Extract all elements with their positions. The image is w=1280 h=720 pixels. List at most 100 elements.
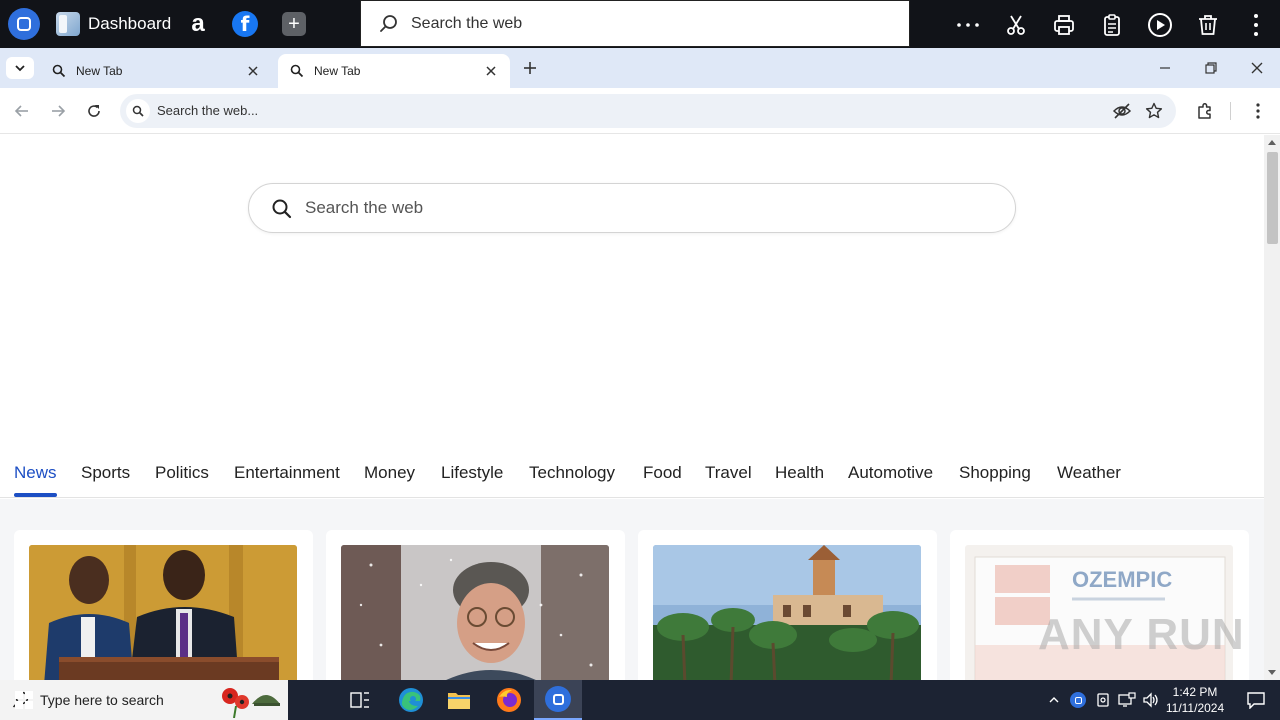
category-politics[interactable]: Politics (155, 463, 209, 483)
more-dots-icon[interactable] (955, 12, 981, 38)
category-technology[interactable]: Technology (529, 463, 615, 483)
tab-new-tab-2[interactable]: New Tab (278, 54, 510, 88)
tab-search-icon (52, 64, 66, 78)
restore-button[interactable] (1201, 58, 1221, 78)
press-conference-photo[interactable] (29, 545, 297, 680)
notifications-icon[interactable] (1232, 680, 1280, 720)
back-button[interactable] (11, 100, 33, 122)
new-tab-page: Search the web News Sports Politics Ente… (0, 135, 1264, 680)
trash-icon[interactable] (1195, 12, 1221, 38)
taskbar-search-placeholder: Type here to search (40, 692, 164, 708)
category-news[interactable]: News (14, 463, 57, 483)
toolbar-divider (1230, 102, 1231, 120)
windows-taskbar: Type here to search 1:42 PM 11/11/2024 (0, 680, 1280, 720)
tab-title: New Tab (314, 64, 361, 78)
extensions-puzzle-icon[interactable] (1194, 100, 1216, 122)
category-weather[interactable]: Weather (1057, 463, 1121, 483)
news-card[interactable] (638, 530, 937, 680)
facebook-shortcut-icon[interactable]: f (232, 11, 258, 37)
browser-menu-icon[interactable] (1247, 100, 1269, 122)
firefox-icon[interactable] (485, 680, 533, 720)
tab-strip: New Tab New Tab (0, 48, 1280, 88)
printer-icon[interactable] (1051, 12, 1077, 38)
tab-list-dropdown-button[interactable] (6, 57, 34, 79)
arrow-left-icon (14, 105, 28, 117)
category-health[interactable]: Health (775, 463, 824, 483)
windows-logo-icon (15, 691, 33, 709)
news-card[interactable] (326, 530, 625, 680)
browser-toolbar: Search the web... (0, 88, 1280, 134)
category-food[interactable]: Food (643, 463, 682, 483)
search-icon (271, 198, 293, 220)
scroll-up-arrow-icon[interactable] (1268, 140, 1276, 145)
arrow-right-icon (52, 105, 66, 117)
top-search-placeholder: Search the web (411, 14, 523, 32)
windows-start-button[interactable] (0, 680, 48, 720)
category-money[interactable]: Money (364, 463, 415, 483)
main-search-box[interactable]: Search the web (248, 183, 1016, 233)
address-bar[interactable]: Search the web... (120, 94, 1176, 128)
add-shortcut-button[interactable]: + (282, 12, 306, 36)
tab-new-tab-1[interactable]: New Tab (40, 54, 272, 88)
clock-time: 1:42 PM (1172, 685, 1218, 699)
reload-button[interactable] (83, 100, 105, 122)
scissors-icon[interactable] (1003, 12, 1029, 38)
app-logo-icon[interactable] (8, 8, 40, 40)
edge-browser-icon[interactable] (387, 680, 435, 720)
kebab-menu-icon[interactable] (1243, 12, 1269, 38)
volume-icon[interactable] (1141, 680, 1161, 720)
tab-title: New Tab (76, 64, 123, 78)
page-scrollbar[interactable] (1264, 135, 1280, 680)
category-entertainment[interactable]: Entertainment (234, 463, 340, 483)
dashboard-button[interactable]: Dashboard (56, 12, 171, 36)
task-view-icon[interactable] (336, 680, 384, 720)
forward-button[interactable] (47, 100, 69, 122)
news-card[interactable] (14, 530, 313, 680)
minimize-icon (1160, 67, 1170, 69)
active-app-icon[interactable] (534, 680, 582, 720)
star-bookmark-icon[interactable] (1144, 101, 1164, 121)
category-lifestyle[interactable]: Lifestyle (441, 463, 503, 483)
omnibox-search-icon (126, 99, 150, 123)
active-category-indicator (14, 493, 57, 497)
amazon-glyph: a (191, 10, 205, 37)
amazon-shortcut-icon[interactable]: a (184, 10, 212, 38)
minimize-button[interactable] (1155, 58, 1175, 78)
plus-glyph: + (288, 13, 300, 35)
top-search-bar[interactable]: Search the web (360, 0, 910, 47)
chevron-down-icon (15, 65, 25, 72)
scroll-thumb[interactable] (1267, 152, 1278, 244)
clipboard-icon[interactable] (1099, 12, 1125, 38)
category-shopping[interactable]: Shopping (959, 463, 1031, 483)
scroll-down-arrow-icon[interactable] (1268, 670, 1276, 675)
main-search-input[interactable]: Search the web (305, 184, 423, 232)
file-explorer-icon[interactable] (435, 680, 483, 720)
tab-search-icon (290, 64, 304, 78)
network-icon[interactable] (1117, 680, 1137, 720)
watermark: ANY RUN (1038, 610, 1245, 660)
eye-off-icon[interactable] (1112, 101, 1132, 121)
tray-device-icon[interactable] (1093, 680, 1113, 720)
tab-close-icon[interactable] (246, 64, 260, 78)
play-circle-icon[interactable] (1147, 12, 1173, 38)
category-automotive[interactable]: Automotive (848, 463, 933, 483)
tray-app-icon[interactable] (1068, 680, 1088, 720)
ozempic-label: OZEMPIC (1072, 567, 1172, 592)
close-icon (1251, 62, 1263, 74)
close-window-button[interactable] (1247, 58, 1267, 78)
facebook-glyph: f (240, 12, 250, 36)
category-sports[interactable]: Sports (81, 463, 130, 483)
taskbar-clock[interactable]: 1:42 PM 11/11/2024 (1160, 680, 1230, 720)
restore-icon (1205, 62, 1217, 74)
palm-estate-photo[interactable] (653, 545, 921, 680)
new-tab-button[interactable] (520, 58, 540, 78)
watermark-text: ANY RUN (1038, 610, 1245, 659)
app-bar: Dashboard a f + Search the web (0, 0, 1280, 48)
address-input[interactable]: Search the web... (157, 94, 1057, 128)
tray-chevron-up-icon[interactable] (1044, 680, 1064, 720)
category-travel[interactable]: Travel (705, 463, 752, 483)
man-in-snow-photo[interactable] (341, 545, 609, 680)
search-icon (379, 14, 399, 34)
tab-close-icon[interactable] (484, 64, 498, 78)
poppy-helmet-icon (222, 688, 280, 718)
